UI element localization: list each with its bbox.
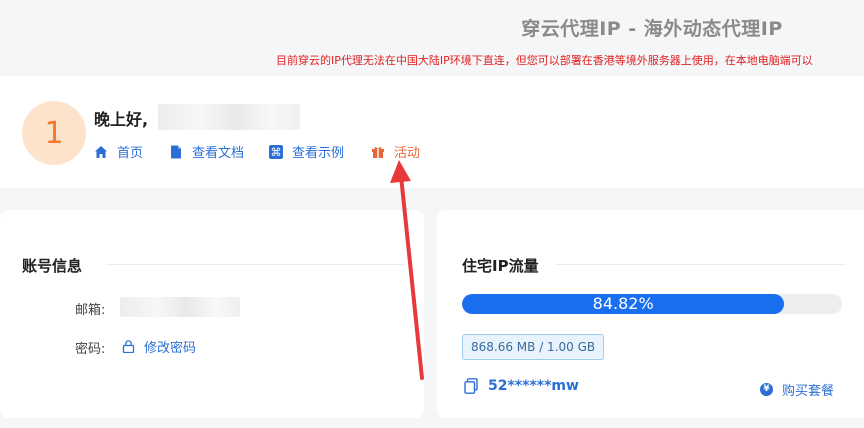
nav-docs-label: 查看文档 (192, 146, 245, 161)
avatar: 1 (22, 101, 86, 165)
page-title: 穿云代理IP - 海外动态代理IP (521, 18, 783, 40)
usage-tag: 868.66 MB / 1.00 GB (462, 334, 605, 360)
divider (556, 264, 846, 265)
divider (106, 264, 406, 265)
home-icon (94, 145, 108, 159)
document-icon (169, 145, 183, 159)
nav-activity[interactable]: 活动 (371, 142, 420, 161)
yen-icon: ¥ (760, 383, 773, 396)
account-info-title: 账号信息 (22, 257, 83, 275)
email-label: 邮箱: (75, 303, 106, 318)
greeting-text: 晚上好, (94, 110, 149, 129)
email-redacted (120, 297, 240, 317)
nav-home-label: 首页 (117, 146, 144, 161)
change-password-label: 修改密码 (144, 341, 197, 356)
notice-banner: 目前穿云的IP代理无法在中国大陆IP环境下直连，但您可以部署在香港等境外服务器上… (276, 54, 813, 67)
account-id-value: 52******mw (488, 378, 579, 394)
gift-icon (371, 145, 385, 159)
nav-examples-label: 查看示例 (292, 146, 345, 161)
buy-package-label: 购买套餐 (782, 384, 835, 399)
command-icon: ⌘ (269, 144, 283, 159)
buy-package-button[interactable]: ¥ 购买套餐 (760, 380, 834, 399)
nav-activity-label: 活动 (394, 146, 421, 161)
change-password-link[interactable]: 修改密码 (122, 337, 196, 356)
traffic-percent: 84.82% (592, 294, 654, 313)
svg-text:⌘: ⌘ (271, 146, 282, 159)
lock-icon (122, 340, 135, 353)
greeting-card (0, 76, 864, 188)
account-id[interactable]: 52******mw (464, 378, 579, 394)
nav-home[interactable]: 首页 (94, 142, 143, 161)
password-label: 密码: (75, 342, 106, 357)
nav-docs[interactable]: 查看文档 (169, 142, 244, 161)
nav-examples[interactable]: ⌘ 查看示例 (269, 142, 344, 161)
copy-icon (464, 378, 478, 394)
username-redacted (158, 104, 300, 130)
traffic-title: 住宅IP流量 (462, 257, 539, 275)
